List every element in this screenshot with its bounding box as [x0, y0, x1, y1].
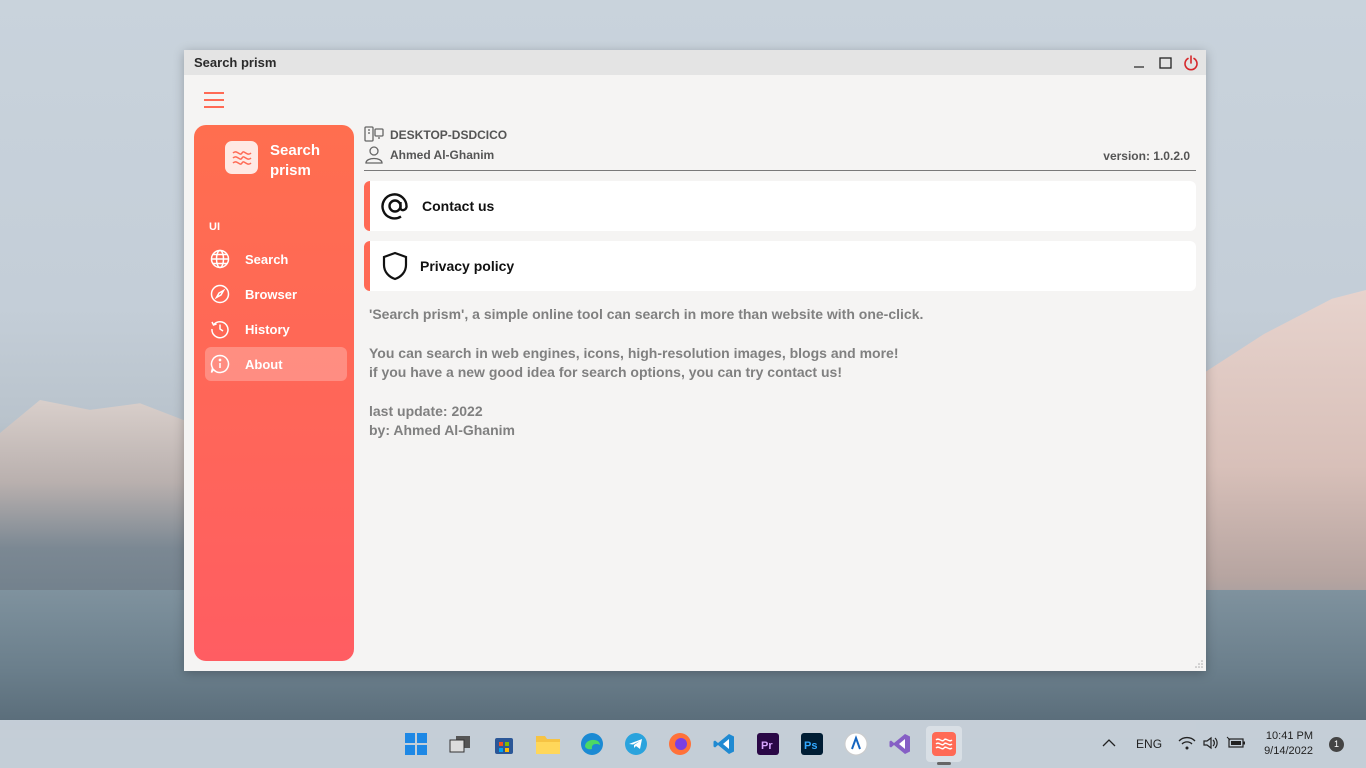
vscode-button[interactable] — [706, 726, 742, 762]
svg-text:Pr: Pr — [761, 740, 773, 752]
maximize-button[interactable] — [1156, 54, 1174, 72]
photoshop-button[interactable]: Ps — [794, 726, 830, 762]
compass-icon — [209, 283, 231, 305]
contact-us-card[interactable]: Contact us — [364, 181, 1196, 231]
app-logo-icon — [225, 141, 258, 174]
telegram-button[interactable] — [618, 726, 654, 762]
hamburger-line — [204, 99, 224, 101]
contact-us-label: Contact us — [422, 198, 495, 214]
premiere-button[interactable]: Pr — [750, 726, 786, 762]
visual-studio-icon — [889, 734, 910, 754]
show-hidden-icons-button[interactable] — [1102, 737, 1116, 751]
start-button[interactable] — [398, 726, 434, 762]
at-icon — [378, 189, 412, 223]
task-view-icon — [449, 736, 470, 753]
computer-name: DESKTOP-DSDCICO — [390, 128, 508, 142]
vscode-icon — [713, 734, 734, 754]
info-icon — [209, 353, 231, 375]
title-bar[interactable]: Search prism — [184, 50, 1206, 75]
user-name: Ahmed Al-Ghanim — [390, 148, 495, 162]
hamburger-line — [204, 92, 224, 94]
about-contact-line: if you have a new good idea for search o… — [369, 364, 842, 380]
sidebar-item-browser[interactable]: Browser — [205, 277, 347, 311]
maximize-icon — [1158, 56, 1172, 69]
minimize-button[interactable] — [1130, 54, 1148, 72]
window-title: Search prism — [194, 55, 277, 70]
chevron-up-icon — [1102, 739, 1116, 747]
notification-badge[interactable]: 1 — [1329, 736, 1344, 752]
close-button[interactable] — [1182, 54, 1200, 72]
clock-date: 9/14/2022 — [1264, 745, 1313, 757]
folder-icon — [536, 736, 560, 754]
taskbar: Pr Ps ENG 10:41 PM 9/14/2022 1 — [0, 720, 1366, 768]
privacy-policy-label: Privacy policy — [420, 258, 515, 274]
sidebar-nav: Search Browser History About — [205, 242, 347, 382]
computer-name-row: DESKTOP-DSDCICO — [364, 125, 1196, 145]
about-intro: 'Search prism', a simple online tool can… — [369, 306, 924, 322]
brand-name: Search prism — [270, 142, 321, 179]
minimize-icon — [1134, 66, 1144, 68]
globe-icon — [209, 248, 231, 270]
hamburger-line — [204, 106, 224, 108]
app-window: Search prism Search prism UI Search Brow… — [184, 50, 1206, 671]
window-controls — [1130, 54, 1200, 72]
privacy-policy-card[interactable]: Privacy policy — [364, 241, 1196, 291]
history-icon — [209, 318, 231, 340]
visual-studio-button[interactable] — [882, 726, 918, 762]
sidebar-item-search[interactable]: Search — [205, 242, 347, 276]
premiere-icon: Pr — [757, 733, 779, 755]
power-icon — [1184, 55, 1198, 71]
last-update: last update: 2022 — [369, 403, 483, 419]
sidebar-item-label: History — [245, 321, 290, 337]
about-description: 'Search prism', a simple online tool can… — [364, 305, 1196, 440]
sidebar: Search prism UI Search Browser History A… — [194, 125, 354, 661]
about-meta: last update: 2022 by: Ahmed Al-Ghanim — [369, 402, 1196, 440]
brand: Search prism — [225, 141, 340, 181]
sidebar-item-history[interactable]: History — [205, 312, 347, 346]
edge-button[interactable] — [574, 726, 610, 762]
store-button[interactable] — [486, 726, 522, 762]
sidebar-item-label: About — [245, 356, 283, 372]
taskbar-apps: Pr Ps — [398, 726, 962, 765]
device-info: DESKTOP-DSDCICO Ahmed Al-Ghanim version:… — [364, 125, 1196, 171]
resize-grip-icon[interactable] — [1194, 659, 1204, 669]
search-prism-icon — [932, 732, 956, 756]
user-icon — [365, 146, 383, 164]
battery-icon[interactable] — [1226, 736, 1246, 753]
task-view-button[interactable] — [442, 726, 478, 762]
volume-icon[interactable] — [1202, 736, 1220, 753]
devices-icon — [364, 126, 384, 142]
user-name-row: Ahmed Al-Ghanim — [364, 145, 1196, 165]
author: by: Ahmed Al-Ghanim — [369, 422, 515, 438]
windows-icon — [405, 733, 427, 755]
telegram-icon — [625, 733, 647, 755]
menu-toggle-button[interactable] — [204, 92, 224, 108]
clock[interactable]: 10:41 PM 9/14/2022 — [1264, 729, 1313, 759]
sidebar-section-label: UI — [209, 221, 220, 233]
system-tray: ENG 10:41 PM 9/14/2022 1 — [1102, 720, 1366, 768]
app-button[interactable] — [838, 726, 874, 762]
search-prism-taskbar-button[interactable] — [926, 726, 962, 765]
language-indicator[interactable]: ENG — [1136, 737, 1162, 751]
file-explorer-button[interactable] — [530, 726, 566, 762]
sidebar-item-about[interactable]: About — [205, 347, 347, 381]
shield-icon — [378, 249, 412, 283]
main-content: DESKTOP-DSDCICO Ahmed Al-Ghanim version:… — [364, 125, 1196, 460]
firefox-icon — [669, 733, 691, 755]
app-icon — [844, 732, 868, 756]
edge-icon — [581, 733, 603, 755]
photoshop-icon: Ps — [801, 733, 823, 755]
svg-text:Ps: Ps — [804, 740, 817, 752]
about-features-line: You can search in web engines, icons, hi… — [369, 345, 899, 361]
firefox-button[interactable] — [662, 726, 698, 762]
wifi-icon[interactable] — [1178, 736, 1196, 753]
sidebar-item-label: Search — [245, 251, 289, 267]
clock-time: 10:41 PM — [1265, 730, 1313, 742]
sidebar-item-label: Browser — [245, 286, 298, 302]
version-label: version: 1.0.2.0 — [1103, 149, 1190, 163]
store-icon — [495, 738, 513, 754]
about-features: You can search in web engines, icons, hi… — [369, 344, 1196, 382]
